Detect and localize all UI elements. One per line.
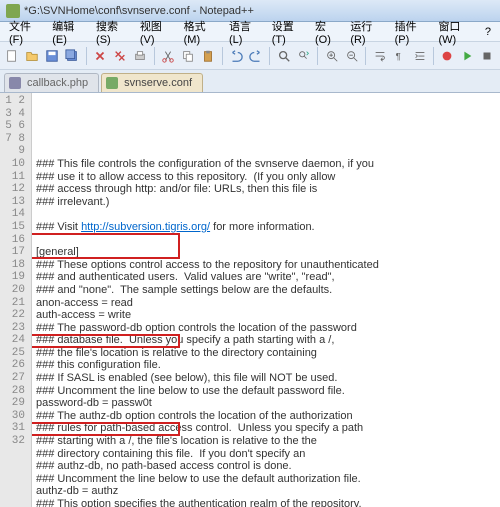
code-line: ### Visit http://subversion.tigris.org/ …	[36, 221, 496, 234]
code-line: ### and authenticated users. Valid value…	[36, 271, 496, 284]
close-icon[interactable]	[92, 47, 109, 65]
replace-icon[interactable]	[295, 47, 312, 65]
code-line: ### directory containing this file. If y…	[36, 448, 496, 461]
code-line: auth-access = write	[36, 309, 496, 322]
toolbar-separator	[433, 47, 434, 65]
tab-label: svnserve.conf	[124, 77, 192, 89]
toolbar-separator	[365, 47, 366, 65]
code-line: password-db = passw0t	[36, 397, 496, 410]
code-line: ### Uncomment the line below to use the …	[36, 385, 496, 398]
menu-search[interactable]: 搜索(S)	[91, 16, 133, 48]
svg-text:¶: ¶	[395, 51, 400, 62]
zoom-in-icon[interactable]	[323, 47, 340, 65]
macro-play-icon[interactable]	[459, 47, 476, 65]
code-line: ### These options control access to the …	[36, 259, 496, 272]
print-icon[interactable]	[132, 47, 149, 65]
code-line: ### The authz-db option controls the loc…	[36, 410, 496, 423]
code-line: ### database file. Unless you specify a …	[36, 334, 496, 347]
open-file-icon[interactable]	[24, 47, 41, 65]
new-file-icon[interactable]	[4, 47, 21, 65]
toolbar-separator	[269, 47, 270, 65]
close-all-icon[interactable]	[112, 47, 129, 65]
code-line: ### this configuration file.	[36, 359, 496, 372]
tab-svnserve-conf[interactable]: svnserve.conf	[101, 73, 203, 92]
code-line: authz-db = authz	[36, 485, 496, 498]
code-line: ### irrelevant.)	[36, 196, 496, 209]
toolbar-separator	[154, 47, 155, 65]
toolbar-separator	[86, 47, 87, 65]
macro-record-icon[interactable]	[439, 47, 456, 65]
find-icon[interactable]	[275, 47, 292, 65]
menu-plugins[interactable]: 插件(P)	[390, 16, 432, 48]
paste-icon[interactable]	[200, 47, 217, 65]
redo-icon[interactable]	[247, 47, 264, 65]
tab-label: callback.php	[27, 77, 88, 89]
menu-run[interactable]: 运行(R)	[345, 16, 387, 48]
menu-bar: 文件(F) 编辑(E) 搜索(S) 视图(V) 格式(M) 语言(L) 设置(T…	[0, 22, 500, 42]
zoom-out-icon[interactable]	[343, 47, 360, 65]
subversion-link[interactable]: http://subversion.tigris.org/	[81, 221, 210, 233]
save-icon[interactable]	[44, 47, 61, 65]
code-line	[36, 234, 496, 247]
code-content[interactable]: ### This file controls the configuration…	[32, 93, 500, 507]
code-line	[36, 208, 496, 221]
menu-window[interactable]: 窗口(W)	[433, 16, 477, 48]
code-line: ### The password-db option controls the …	[36, 322, 496, 335]
code-line: ### This option specifies the authentica…	[36, 498, 496, 507]
code-line: anon-access = read	[36, 297, 496, 310]
save-all-icon[interactable]	[64, 47, 81, 65]
code-line: ### access through http: and/or file: UR…	[36, 183, 496, 196]
cut-icon[interactable]	[160, 47, 177, 65]
code-line: ### Uncomment the line below to use the …	[36, 473, 496, 486]
macro-stop-icon[interactable]	[479, 47, 496, 65]
tab-bar: callback.php svnserve.conf	[0, 70, 500, 92]
code-line: ### authz-db, no path-based access contr…	[36, 460, 496, 473]
code-line: ### If SASL is enabled (see below), this…	[36, 372, 496, 385]
toolbar: ¶	[0, 42, 500, 70]
wrap-icon[interactable]	[371, 47, 388, 65]
code-line: ### use it to allow access to this repos…	[36, 171, 496, 184]
code-line: ### and "none". The sample settings belo…	[36, 284, 496, 297]
code-line: ### starting with a /, the file's locati…	[36, 435, 496, 448]
menu-file[interactable]: 文件(F)	[4, 16, 45, 48]
copy-icon[interactable]	[180, 47, 197, 65]
code-line: ### rules for path-based access control.…	[36, 422, 496, 435]
code-line: [general]	[36, 246, 496, 259]
editor-area: 1 2 3 4 5 6 7 8 9 10 11 12 13 14 15 16 1…	[0, 92, 500, 507]
menu-view[interactable]: 视图(V)	[135, 16, 177, 48]
line-number-gutter: 1 2 3 4 5 6 7 8 9 10 11 12 13 14 15 16 1…	[0, 93, 32, 507]
code-line: ### This file controls the configuration…	[36, 158, 496, 171]
menu-settings[interactable]: 设置(T)	[267, 16, 308, 48]
menu-edit[interactable]: 编辑(E)	[47, 16, 89, 48]
tab-callback-php[interactable]: callback.php	[4, 73, 99, 92]
menu-help[interactable]: ?	[480, 24, 496, 40]
undo-icon[interactable]	[228, 47, 245, 65]
show-chars-icon[interactable]: ¶	[391, 47, 408, 65]
menu-format[interactable]: 格式(M)	[179, 16, 222, 48]
menu-macro[interactable]: 宏(O)	[310, 16, 343, 48]
code-line: ### the file's location is relative to t…	[36, 347, 496, 360]
indent-icon[interactable]	[411, 47, 428, 65]
menu-lang[interactable]: 语言(L)	[224, 16, 265, 48]
toolbar-separator	[222, 47, 223, 65]
toolbar-separator	[317, 47, 318, 65]
